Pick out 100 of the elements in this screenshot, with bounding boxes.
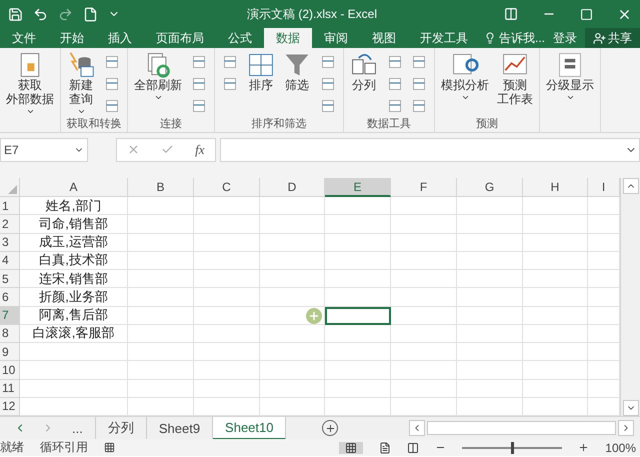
sign-in-link[interactable]: 登录 (545, 28, 586, 48)
row-header[interactable]: 9 (0, 343, 20, 362)
table-cell (194, 252, 260, 270)
table-cell (523, 306, 588, 325)
ribbon-button[interactable]: 新建 查询 (69, 79, 93, 107)
table-cell (260, 270, 325, 288)
table-cell (391, 380, 457, 398)
scroll-up-icon[interactable] (622, 178, 638, 194)
ribbon-button[interactable]: 排序 (249, 79, 273, 93)
ribbon-tab[interactable]: 插入 (96, 28, 144, 48)
column-header[interactable]: G (457, 178, 523, 197)
table-cell (457, 215, 523, 234)
ribbon-display-icon[interactable] (504, 7, 518, 21)
ribbon-tab[interactable]: 开发工具 (408, 28, 480, 48)
table-cell (457, 324, 523, 343)
ribbon-tab[interactable]: 数据 (264, 28, 312, 48)
scroll-left-icon[interactable] (409, 420, 425, 436)
row-header[interactable]: 5 (0, 270, 20, 288)
sheet-tab[interactable]: Sheet10 (213, 416, 286, 440)
insert-function-button[interactable]: fx (195, 142, 205, 158)
table-cell (325, 197, 391, 216)
database-icon[interactable] (67, 51, 95, 79)
row-header[interactable]: 7 (0, 306, 20, 325)
row-header[interactable]: 8 (0, 324, 20, 343)
zoom-thumb[interactable] (511, 442, 514, 454)
triangle-icon (8, 185, 17, 194)
normal-view-icon[interactable] (339, 442, 364, 454)
ribbon-button[interactable]: 分级显示 (546, 79, 594, 93)
table-cell (260, 380, 325, 398)
name-box[interactable]: E7 (0, 138, 88, 162)
page-layout-icon[interactable] (379, 442, 392, 454)
ribbon-tab[interactable]: 审阅 (312, 28, 360, 48)
table-cell (128, 270, 194, 288)
table-cell (325, 361, 391, 380)
scroll-thumb[interactable] (427, 421, 616, 435)
share-button[interactable]: 共享 (585, 28, 640, 48)
table-cell (457, 306, 523, 325)
row-header[interactable]: 6 (0, 288, 20, 306)
table-cell (523, 324, 588, 343)
table-cell (391, 288, 457, 306)
table-cell (194, 343, 260, 362)
column-header[interactable]: I (588, 178, 620, 197)
scroll-down-icon[interactable] (622, 400, 638, 416)
table-cell (325, 380, 391, 398)
table-cell (391, 234, 457, 252)
tell-me-field[interactable]: 告诉我... (484, 28, 546, 48)
row-header[interactable]: 4 (0, 252, 20, 270)
undo-icon[interactable] (33, 6, 48, 22)
table-cell (523, 234, 588, 252)
column-header[interactable]: E (325, 178, 391, 197)
ribbon-tab[interactable]: 文件 (0, 28, 48, 48)
cursor-icon (306, 308, 322, 324)
page-break-icon[interactable] (407, 442, 420, 454)
column-header[interactable]: F (391, 178, 457, 197)
ribbon-tab[interactable]: 开始 (48, 28, 96, 48)
table-cell (128, 343, 194, 362)
table-cell (457, 288, 523, 306)
table-cell (325, 252, 391, 270)
scroll-right-icon[interactable] (618, 420, 634, 436)
column-header[interactable]: B (128, 178, 194, 197)
ribbon-tab[interactable]: 公式 (216, 28, 264, 48)
ribbon-button[interactable]: 分列 (352, 79, 376, 93)
group-label: 预测 (476, 117, 498, 132)
row-header[interactable]: 10 (0, 361, 20, 380)
redo-icon[interactable] (58, 6, 73, 22)
table-cell (128, 324, 194, 343)
outline-icon[interactable] (556, 51, 584, 79)
group-label: 排序和筛选 (252, 117, 306, 132)
column-header[interactable]: C (194, 178, 260, 197)
maximize-icon[interactable] (580, 8, 593, 20)
ribbon-button[interactable]: 获取 外部数据 (6, 79, 54, 107)
row-header[interactable]: 12 (0, 398, 20, 416)
ribbon-button[interactable]: 预测 工作表 (497, 79, 533, 107)
table-cell (194, 288, 260, 306)
ribbon-button[interactable]: 筛选 (285, 79, 309, 93)
row-header[interactable]: 11 (0, 380, 20, 398)
column-header[interactable]: H (523, 178, 588, 197)
row-header[interactable]: 1 (0, 197, 20, 216)
save-icon[interactable] (8, 6, 23, 22)
table-cell (128, 252, 194, 270)
ribbon-tab[interactable]: 页面布局 (144, 28, 216, 48)
row-header[interactable]: 3 (0, 234, 20, 252)
table-cell (194, 270, 260, 288)
table-cell (194, 215, 260, 234)
row-header[interactable]: 2 (0, 215, 20, 234)
ribbon-tab[interactable]: 视图 (360, 28, 408, 48)
table-cell (457, 197, 523, 216)
table-cell (391, 324, 457, 343)
ribbon-button[interactable]: 模拟分析 (441, 79, 489, 93)
sort-grid-icon[interactable] (247, 51, 275, 79)
column-header[interactable]: A (20, 178, 128, 197)
formula-field[interactable] (220, 138, 640, 162)
column-header[interactable]: D (260, 178, 325, 197)
table-cell (457, 270, 523, 288)
zoom-in-icon[interactable] (578, 442, 590, 453)
table-cell (128, 215, 194, 234)
table-cell (325, 270, 391, 288)
add-sheet-icon[interactable] (322, 420, 338, 436)
new-file-icon[interactable] (83, 6, 98, 22)
ribbon-button[interactable]: 全部刷新 (134, 79, 182, 93)
